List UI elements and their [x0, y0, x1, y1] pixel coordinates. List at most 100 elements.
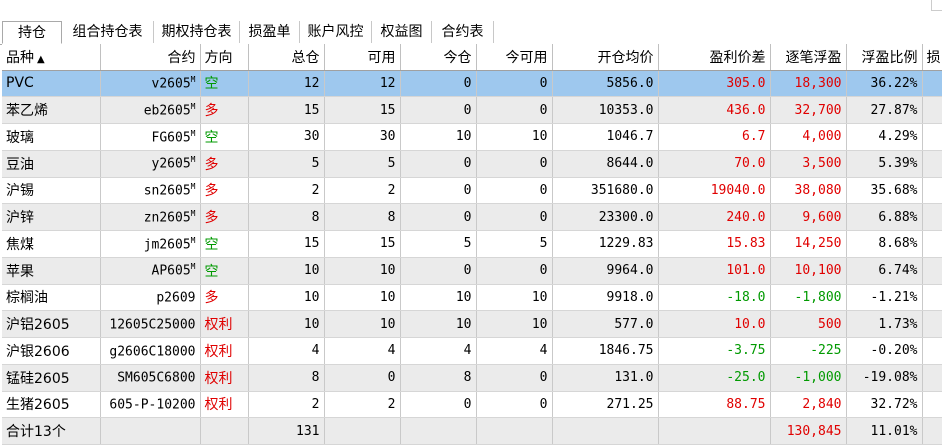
cell-open-avg: 1046.7	[552, 123, 659, 151]
cell-today-available: 0	[476, 257, 553, 285]
summary-float-pnl: 130,845	[770, 417, 847, 445]
tab-stop-orders[interactable]: 损盈单	[240, 21, 300, 43]
cell-symbol: 玻璃	[2, 123, 101, 151]
table-row[interactable]: 玻璃 FG605M 空 30 30 10 10 1046.7 6.7 4,000 4.29%	[2, 123, 942, 151]
table-row[interactable]: 锰硅2605 SM605C6800 权利 8 0 8 0 131.0 -25.0 -1,000 -1…	[2, 364, 942, 392]
table-row[interactable]: 沪锡 sn2605M 多 2 2 0 0 351680.0 19040.0 38,080 35.68…	[2, 177, 942, 205]
cell-today-available: 0	[476, 177, 553, 205]
table-row[interactable]: 沪银2606 g2606C18000 权利 4 4 4 4 1846.75 -3.75 -225-…	[2, 337, 942, 365]
cell-contract: g2606C18000	[100, 337, 201, 365]
cell-float-pnl: 38,080	[770, 177, 847, 205]
col-header-pnl-ratio[interactable]: 浮盈比例	[846, 44, 923, 71]
cell-today-available: 0	[476, 203, 553, 231]
cell-profit-spread: 305.0	[658, 70, 771, 98]
cell-stop	[922, 203, 942, 231]
table-row[interactable]: 沪铝2605 12605C25000 权利 10 10 10 10 577.0 10.0 500 1…	[2, 310, 942, 338]
positions-table: 品种 ▲ 合约 方向 总仓 可用 今仓 今可用 开仓均价 盈利价差 逐笔浮盈 浮盈…	[2, 44, 942, 445]
cell-contract: SM605C6800	[100, 364, 201, 392]
cell-contract: jm2605M	[100, 230, 201, 258]
cell-profit-spread: 19040.0	[658, 177, 771, 205]
col-header-open-avg[interactable]: 开仓均价	[552, 44, 659, 71]
cell-open-avg: 5856.0	[552, 70, 659, 98]
cell-total: 15	[248, 96, 325, 124]
cell-today-available: 0	[476, 70, 553, 98]
tab-combo-positions[interactable]: 组合持仓表	[62, 21, 154, 43]
table-row[interactable]: 苹果 AP605M 空 10 10 0 0 9964.0 101.0 10,100 6.74%	[2, 257, 942, 285]
table-row[interactable]: 棕榈油 p2609 多 10 10 10 10 9918.0 -18.0 -1,800 -1.21%	[2, 284, 942, 312]
cell-float-pnl: 32,700	[770, 96, 847, 124]
cell-symbol: 锰硅2605	[2, 364, 101, 392]
cell-stop	[922, 123, 942, 151]
cell-stop	[922, 364, 942, 392]
cell-profit-spread: 6.7	[658, 123, 771, 151]
cell-profit-spread: 70.0	[658, 150, 771, 178]
cell-profit-spread: -3.75	[658, 337, 771, 365]
cell-direction: 多	[200, 177, 249, 205]
tab-risk-control[interactable]: 账户风控	[300, 21, 372, 43]
col-header-symbol[interactable]: 品种 ▲	[2, 44, 101, 71]
cell-open-avg: 271.25	[552, 391, 659, 419]
cell-float-pnl: 2,840	[770, 391, 847, 419]
cell-today: 4	[400, 337, 477, 365]
col-header-total[interactable]: 总仓	[248, 44, 325, 71]
tab-option-positions[interactable]: 期权持仓表	[154, 21, 240, 43]
cell-stop	[922, 310, 942, 338]
cell-float-pnl: 3,500	[770, 150, 847, 178]
tab-contract-table[interactable]: 合约表	[432, 21, 494, 43]
table-row[interactable]: PVC v2605M 空 12 12 0 0 5856.0 305.0 18,300 36.22%	[2, 70, 942, 98]
summary-row: 合计13个 131 130,845 11.01%	[2, 417, 942, 445]
cell-float-pnl: -1,000	[770, 364, 847, 392]
cell-stop	[922, 257, 942, 285]
col-header-contract[interactable]: 合约	[100, 44, 201, 71]
cell-contract: zn2605M	[100, 203, 201, 231]
col-header-today-available[interactable]: 今可用	[476, 44, 553, 71]
cell-available: 15	[324, 230, 401, 258]
cell-today-available: 5	[476, 230, 553, 258]
tab-equity-chart[interactable]: 权益图	[372, 21, 432, 43]
col-header-direction[interactable]: 方向	[200, 44, 249, 71]
cell-float-pnl: -1,800	[770, 284, 847, 312]
cell-today-available: 10	[476, 284, 553, 312]
cell-direction: 空	[200, 70, 249, 98]
cell-available: 10	[324, 257, 401, 285]
cell-symbol: 生猪2605	[2, 391, 101, 419]
cell-contract: 12605C25000	[100, 310, 201, 338]
cell-symbol: 沪锌	[2, 203, 101, 231]
cell-stop	[922, 177, 942, 205]
cell-stop	[922, 150, 942, 178]
cell-stop	[922, 391, 942, 419]
cell-today: 10	[400, 284, 477, 312]
cell-today: 0	[400, 70, 477, 98]
cell-pnl-ratio: -0.20%	[846, 337, 923, 365]
table-row[interactable]: 焦煤 jm2605M 空 15 15 5 5 1229.83 15.83 14,250 8.68%	[2, 230, 942, 258]
cell-pnl-ratio: -1.21%	[846, 284, 923, 312]
cell-total: 2	[248, 177, 325, 205]
cell-today: 0	[400, 96, 477, 124]
table-row[interactable]: 生猪2605 605-P-10200 权利 2 2 0 0 271.25 88.75 2,840 3…	[2, 391, 942, 419]
cell-profit-spread: 15.83	[658, 230, 771, 258]
table-row[interactable]: 豆油 y2605M 多 5 5 0 0 8644.0 70.0 3,500 5.39%	[2, 150, 942, 178]
col-header-stop[interactable]: 损...	[922, 44, 942, 71]
cell-direction: 空	[200, 230, 249, 258]
col-header-today[interactable]: 今仓	[400, 44, 477, 71]
col-header-profit-spread[interactable]: 盈利价差	[658, 44, 771, 71]
cell-pnl-ratio: 36.22%	[846, 70, 923, 98]
col-header-available[interactable]: 可用	[324, 44, 401, 71]
cell-contract: 605-P-10200	[100, 391, 201, 419]
tab-positions[interactable]: 持仓	[2, 21, 62, 44]
cell-available: 2	[324, 177, 401, 205]
cell-float-pnl: 4,000	[770, 123, 847, 151]
table-row[interactable]: 沪锌 zn2605M 多 8 8 0 0 23300.0 240.0 9,600 6.88%	[2, 203, 942, 231]
cell-today-available: 4	[476, 337, 553, 365]
cell-total: 4	[248, 337, 325, 365]
table-row[interactable]: 苯乙烯 eb2605M 多 15 15 0 0 10353.0 436.0 32,700 27.87…	[2, 96, 942, 124]
col-header-float-pnl[interactable]: 逐笔浮盈	[770, 44, 847, 71]
cell-symbol: 焦煤	[2, 230, 101, 258]
cell-open-avg: 9918.0	[552, 284, 659, 312]
cell-available: 4	[324, 337, 401, 365]
cell-total: 5	[248, 150, 325, 178]
cell-total: 30	[248, 123, 325, 151]
cell-open-avg: 1229.83	[552, 230, 659, 258]
cell-contract: FG605M	[100, 123, 201, 151]
cell-today: 10	[400, 123, 477, 151]
